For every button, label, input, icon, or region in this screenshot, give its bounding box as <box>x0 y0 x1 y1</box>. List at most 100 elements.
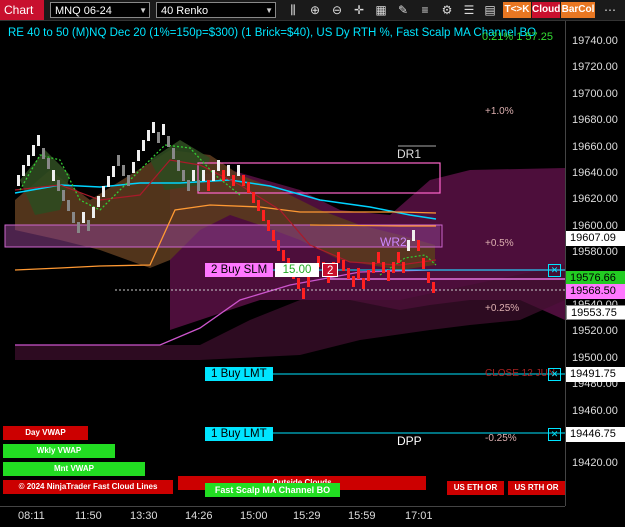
tk-button[interactable]: T<>K <box>503 2 531 18</box>
renko-brick <box>92 207 95 218</box>
indicators-icon[interactable]: ≡ <box>417 2 433 18</box>
renko-brick <box>182 170 185 181</box>
barcol-button[interactable]: BarCol <box>561 2 595 18</box>
wr2-label: WR2 <box>380 235 407 249</box>
renko-brick <box>77 222 80 233</box>
price-axis-label: 19600.00 <box>572 219 618 232</box>
price-box-cyan: 19607.09 <box>566 231 625 246</box>
strategy-icon[interactable]: ⚙ <box>439 2 455 18</box>
renko-brick <box>207 180 210 191</box>
time-axis-label: 15:00 <box>240 510 268 522</box>
renko-brick <box>212 170 215 181</box>
mnt-vwap-chip[interactable]: Mnt VWAP <box>3 462 145 476</box>
renko-brick <box>22 165 25 176</box>
us-eth-or-chip[interactable]: US ETH OR <box>447 481 504 495</box>
price-axis-label: 19580.00 <box>572 246 618 259</box>
renko-brick <box>302 288 305 299</box>
close-order-icon[interactable]: ✕ <box>548 264 561 277</box>
pencil-icon[interactable]: ✎ <box>395 2 411 18</box>
renko-brick <box>417 240 420 251</box>
renko-brick <box>192 170 195 181</box>
zoom-in-icon[interactable]: ⊕ <box>307 2 323 18</box>
fast-scalp-chip[interactable]: Fast Scalp MA Channel BO <box>205 483 340 497</box>
pct-neg025-label: -0.25% <box>485 433 517 444</box>
time-axis-label: 15:59 <box>348 510 376 522</box>
renko-brick <box>257 200 260 211</box>
chevron-down-icon: ▼ <box>265 6 273 15</box>
time-axis[interactable]: 08:11 11:50 13:30 14:26 15:00 15:29 15:59 17:01 <box>0 506 565 527</box>
top-right-value: 0.21% 1 57.25 <box>482 31 553 43</box>
renko-brick <box>167 136 170 147</box>
renko-brick <box>402 262 405 273</box>
time-axis-label: 08:11 <box>18 510 45 522</box>
renko-brick <box>62 190 65 201</box>
crosshair-icon[interactable]: ✛ <box>351 2 367 18</box>
renko-brick <box>432 282 435 293</box>
bar-type-value: 40 Renko <box>161 5 209 17</box>
renko-brick <box>422 258 425 269</box>
renko-brick <box>57 180 60 191</box>
renko-brick <box>82 212 85 223</box>
drawing-tools-icon[interactable]: ▦ <box>373 2 389 18</box>
chart-menu-button[interactable]: Chart <box>0 0 44 20</box>
buy-slm-price[interactable]: 15.00 <box>275 263 319 277</box>
buy-lmt-order-2[interactable]: 1 Buy LMT <box>205 427 273 441</box>
renko-brick <box>372 262 375 273</box>
more-icon[interactable]: ⋯ <box>598 2 622 18</box>
price-axis-label: 19620.00 <box>572 193 618 206</box>
buy-slm-order[interactable]: 2 Buy SLM <box>205 263 274 277</box>
properties-icon[interactable]: ☰ <box>461 2 477 18</box>
renko-brick <box>122 165 125 176</box>
wkly-vwap-chip[interactable]: Wkly VWAP <box>3 444 115 458</box>
renko-brick <box>307 276 310 287</box>
renko-brick <box>177 160 180 171</box>
dpp-label: DPP <box>397 434 422 448</box>
zoom-out-icon[interactable]: ⊖ <box>329 2 345 18</box>
renko-brick <box>392 262 395 273</box>
renko-brick <box>187 180 190 191</box>
buy-slm-qty[interactable]: 2 <box>322 263 339 277</box>
close-order-icon[interactable]: ✕ <box>548 428 561 441</box>
renko-brick <box>112 166 115 177</box>
instrument-selector[interactable]: MNQ 06-24 ▼ <box>50 2 150 18</box>
day-vwap-chip[interactable]: Day VWAP <box>3 426 88 440</box>
renko-brick <box>297 278 300 289</box>
renko-brick <box>107 176 110 187</box>
renko-brick <box>232 175 235 186</box>
dr1-label: DR1 <box>397 147 422 161</box>
price-box-pink: 19568.50 <box>566 284 625 299</box>
close-order-icon[interactable]: ✕ <box>548 368 561 381</box>
price-axis-label: 19420.00 <box>572 457 618 470</box>
renko-brick <box>222 170 225 181</box>
renko-brick <box>262 210 265 221</box>
renko-brick <box>117 155 120 166</box>
time-axis-label: 15:29 <box>293 510 321 522</box>
pct-05-label: +0.5% <box>485 238 514 249</box>
price-box-order1: 19491.75 <box>566 367 625 382</box>
renko-brick <box>337 252 340 263</box>
price-axis[interactable]: 19420.0019440.0019460.0019480.0019500.00… <box>565 21 625 506</box>
copyright-chip: © 2024 NinjaTrader Fast Cloud Lines <box>3 480 173 494</box>
renko-brick <box>162 124 165 135</box>
buy-lmt-order-1[interactable]: 1 Buy LMT <box>205 367 273 381</box>
renko-brick <box>42 148 45 159</box>
renko-brick <box>272 230 275 241</box>
renko-brick <box>137 150 140 161</box>
renko-brick <box>227 165 230 176</box>
renko-brick <box>32 145 35 156</box>
data-box-icon[interactable]: ▤ <box>482 2 498 18</box>
us-rth-or-chip[interactable]: US RTH OR <box>508 481 565 495</box>
toolbar: Chart MNQ 06-24 ▼ 40 Renko ▼ ⫼ ⊕ ⊖ ✛ ▦ ✎… <box>0 0 625 21</box>
bar-type-selector[interactable]: 40 Renko ▼ <box>156 2 276 18</box>
renko-brick <box>412 230 415 241</box>
renko-brick <box>407 240 410 251</box>
renko-brick <box>282 250 285 261</box>
cloud-button[interactable]: Cloud <box>532 2 560 18</box>
purple-band <box>5 225 440 247</box>
price-axis-label: 19460.00 <box>572 404 618 417</box>
renko-brick <box>67 200 70 211</box>
renko-brick <box>347 268 350 279</box>
chevron-down-icon: ▼ <box>139 6 147 15</box>
bar-type-icon[interactable]: ⫼ <box>285 2 301 18</box>
price-box-last: 19553.75 <box>566 305 625 320</box>
